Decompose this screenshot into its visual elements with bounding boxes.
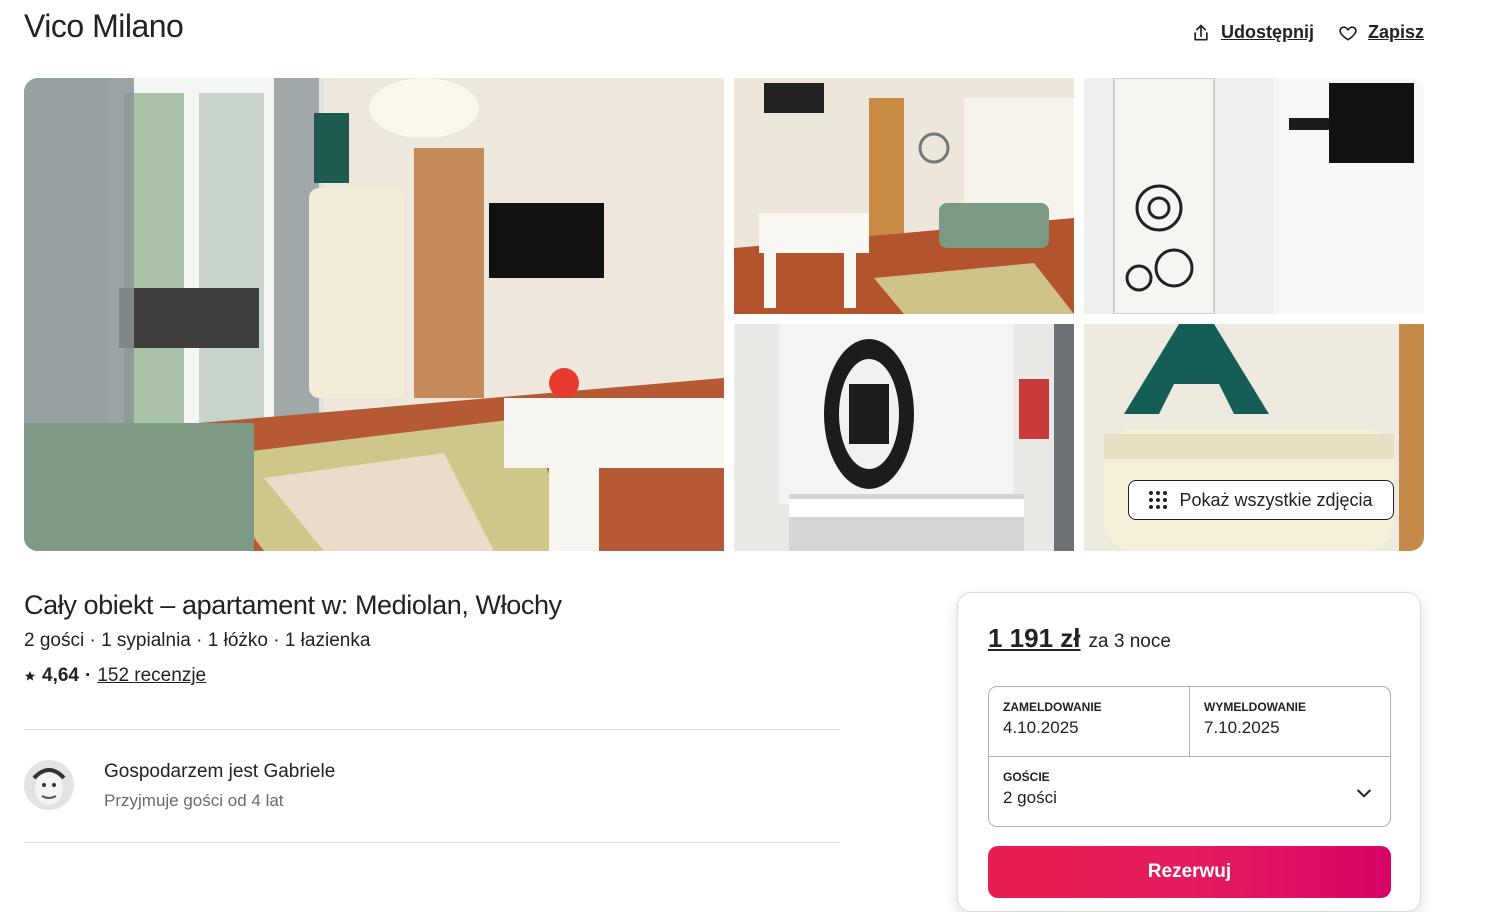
photo-main[interactable]: [24, 78, 724, 551]
show-all-photos-button[interactable]: Pokaż wszystkie zdjęcia: [1128, 480, 1394, 520]
rating-separator: ·: [84, 665, 92, 686]
grid-dots-icon: [1149, 491, 1168, 509]
rating-row: 4,64 · 152 recenzje: [24, 665, 206, 687]
reviews-link[interactable]: 152 recenzje: [97, 665, 206, 687]
listing-specs: 2 gości · 1 sypialnia · 1 łóżko · 1 łazi…: [24, 630, 371, 651]
host-name: Gospodarzem jest Gabriele: [104, 761, 336, 782]
price-row: 1 191 zł za 3 noce: [988, 623, 1171, 654]
checkin-label: ZAMELDOWANIE: [1003, 700, 1102, 714]
rating-value: 4,64: [42, 665, 79, 686]
price-suffix: za 3 noce: [1088, 631, 1171, 652]
divider: [24, 729, 840, 730]
heart-icon: [1339, 25, 1357, 41]
listing-subtitle: Cały obiekt – apartament w: Mediolan, Wł…: [24, 590, 562, 620]
booking-card: 1 191 zł za 3 noce ZAMELDOWANIE 4.10.202…: [957, 592, 1421, 912]
chevron-down-icon: [1357, 789, 1371, 798]
checkout-value: 7.10.2025: [1204, 718, 1280, 737]
save-label: Zapisz: [1367, 22, 1424, 42]
guests-field[interactable]: GOŚCIE 2 gości: [989, 757, 1390, 826]
top-actions: Udostępnij Zapisz: [1191, 22, 1424, 43]
guests-label: GOŚCIE: [1003, 770, 1050, 784]
checkin-value: 4.10.2025: [1003, 718, 1079, 737]
divider: [24, 842, 840, 843]
price-total[interactable]: 1 191 zł: [988, 623, 1081, 654]
checkout-field[interactable]: WYMELDOWANIE 7.10.2025: [1190, 687, 1390, 757]
avatar[interactable]: [24, 760, 74, 810]
show-all-photos-label: Pokaż wszystkie zdjęcia: [1179, 489, 1373, 510]
checkin-field[interactable]: ZAMELDOWANIE 4.10.2025: [989, 687, 1190, 757]
share-button[interactable]: Udostępnij: [1191, 22, 1314, 43]
date-guest-picker: ZAMELDOWANIE 4.10.2025 WYMELDOWANIE 7.10…: [988, 686, 1391, 827]
share-label: Udostępnij: [1220, 22, 1314, 42]
save-button[interactable]: Zapisz: [1338, 22, 1424, 43]
guests-value: 2 gości: [1003, 788, 1057, 807]
listing-title: Vico Milano: [24, 8, 184, 44]
star-icon: [25, 671, 35, 681]
photo-2[interactable]: [734, 78, 1074, 314]
host-since: Przyjmuje gości od 4 lat: [104, 791, 284, 810]
photo-3[interactable]: [1084, 78, 1424, 314]
photo-4[interactable]: [734, 324, 1074, 551]
checkout-label: WYMELDOWANIE: [1204, 700, 1306, 714]
share-icon: [1194, 24, 1208, 41]
reserve-button[interactable]: Rezerwuj: [988, 846, 1391, 898]
